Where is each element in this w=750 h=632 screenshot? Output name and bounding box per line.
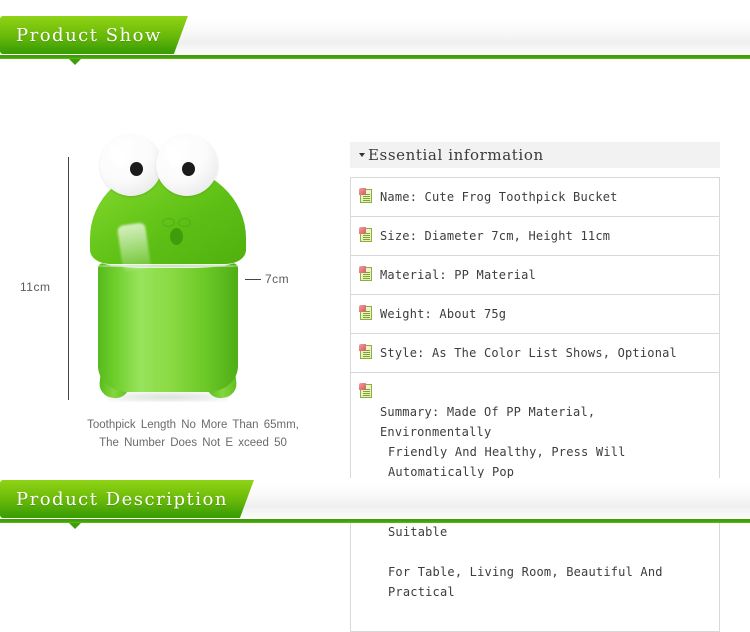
product-caption: Toothpick Length No More Than 65mm, The … bbox=[58, 416, 328, 452]
product-show-title: Product Show bbox=[16, 24, 162, 46]
note-icon bbox=[359, 266, 373, 282]
info-row-name-text: Name: Cute Frog Toothpick Bucket bbox=[380, 190, 618, 204]
info-row-style-text: Style: As The Color List Shows, Optional bbox=[380, 346, 677, 360]
frog-mouth bbox=[170, 228, 183, 245]
essential-information-header: Essential information bbox=[350, 142, 720, 168]
essential-information-title: Essential information bbox=[368, 146, 544, 164]
info-row-name: Name: Cute Frog Toothpick Bucket bbox=[351, 178, 719, 217]
banner-underline bbox=[0, 55, 750, 59]
note-icon bbox=[359, 188, 373, 204]
essential-information-panel: Essential information Name: Cute Frog To… bbox=[350, 142, 720, 632]
frog-body bbox=[98, 262, 238, 392]
product-image-area: 11cm 7cm Toothpick Length No More Than 6… bbox=[0, 120, 340, 460]
frog-eye-right bbox=[156, 134, 218, 196]
info-row-size: Size: Diameter 7cm, Height 11cm bbox=[351, 217, 719, 256]
product-show-tab: Product Show bbox=[0, 16, 188, 54]
info-row-weight-text: Weight: About 75g bbox=[380, 307, 507, 321]
frog-rim-line bbox=[96, 265, 240, 267]
summary-line-2: Friendly And Healthy, Press Will Automat… bbox=[388, 445, 626, 479]
width-measure-label: 7cm bbox=[265, 272, 290, 286]
product-description-tab: Product Description bbox=[0, 480, 254, 518]
info-row-material: Material: PP Material bbox=[351, 256, 719, 295]
product-caption-line-2: The Number Does Not E xceed 50 bbox=[99, 437, 287, 449]
frog-pupil-right bbox=[182, 162, 195, 176]
banner-notch-arrow-icon bbox=[69, 523, 81, 529]
frog-head-highlight bbox=[116, 222, 152, 272]
info-row-material-text: Material: PP Material bbox=[380, 268, 536, 282]
banner-notch-arrow-icon bbox=[69, 59, 81, 65]
frog-eye-highlight-right bbox=[166, 146, 183, 167]
summary-line-1: Summary: Made Of PP Material, Environmen… bbox=[380, 405, 596, 439]
info-row-style: Style: As The Color List Shows, Optional bbox=[351, 334, 719, 373]
frog-pupil-left bbox=[130, 162, 143, 176]
note-icon bbox=[359, 383, 373, 399]
info-row-weight: Weight: About 75g bbox=[351, 295, 719, 334]
summary-line-4: For Table, Living Room, Beautiful And Pr… bbox=[388, 565, 663, 599]
frog-eye-left bbox=[100, 134, 162, 196]
product-caption-line-1: Toothpick Length No More Than 65mm, bbox=[87, 419, 299, 431]
product-description-title: Product Description bbox=[16, 488, 228, 510]
note-icon bbox=[359, 305, 373, 321]
essential-information-list: Name: Cute Frog Toothpick Bucket Size: D… bbox=[350, 177, 720, 632]
frog-nostril-right bbox=[178, 218, 191, 227]
product-description-banner: Product Description bbox=[0, 478, 750, 529]
banner-underline bbox=[0, 519, 750, 523]
chevron-down-icon bbox=[359, 153, 365, 157]
note-icon bbox=[359, 227, 373, 243]
frog-nostril-left bbox=[162, 218, 175, 227]
product-show-banner: Product Show bbox=[0, 14, 750, 65]
frog-eye-highlight-left bbox=[110, 146, 127, 167]
height-measure-label: 11cm bbox=[20, 280, 51, 294]
note-icon bbox=[359, 344, 373, 360]
frog-toothpick-bucket-image bbox=[84, 134, 250, 409]
height-measure-line bbox=[68, 157, 69, 400]
info-row-size-text: Size: Diameter 7cm, Height 11cm bbox=[380, 229, 611, 243]
